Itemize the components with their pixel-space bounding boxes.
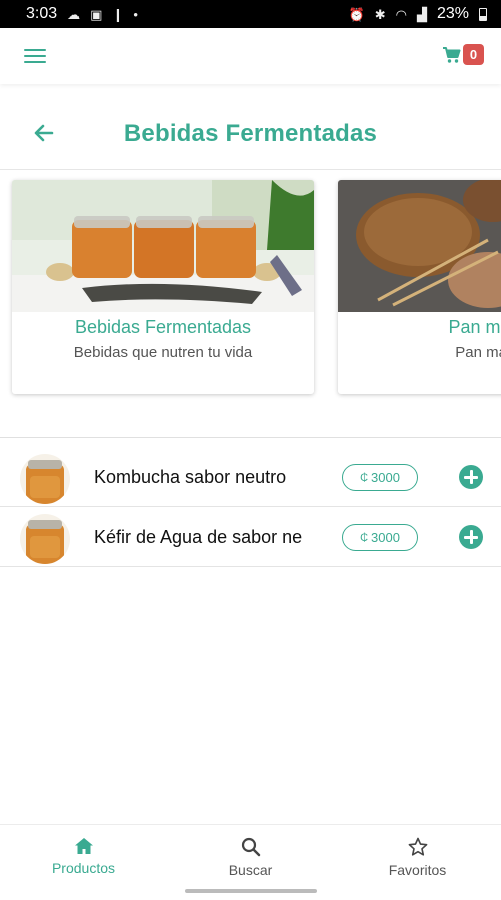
category-card-bebidas[interactable]: Bebidas Fermentadas Bebidas que nutren t… (12, 180, 314, 394)
cart-count-badge: 0 (463, 44, 484, 65)
kombucha-jars-image (12, 180, 314, 312)
bottom-navigation: Productos Buscar Favoritos (0, 824, 501, 884)
signal-icon: ▟ (416, 6, 427, 22)
gesture-bar[interactable] (185, 889, 317, 893)
currency-symbol: ₵ (360, 531, 369, 544)
section-divider (0, 437, 501, 438)
star-icon (408, 837, 427, 856)
product-name: Kéfir de Agua de sabor ne (94, 527, 303, 547)
add-to-cart-icon[interactable] (459, 525, 483, 549)
currency-symbol: ₵ (360, 471, 369, 484)
product-image (20, 514, 70, 564)
cart-button[interactable]: 0 (442, 44, 486, 68)
nav-item-favoritos[interactable]: Favoritos (334, 825, 501, 884)
category-description: Pan masa (455, 344, 501, 361)
category-title: Bebidas Fermentadas (74, 317, 252, 337)
price-tag[interactable]: ₵ 3000 (342, 524, 418, 551)
alarm-icon: ⏰ (348, 6, 365, 22)
category-title: Pan masa (448, 317, 501, 337)
page-header: Bebidas Fermentadas (0, 100, 501, 170)
image-icon: ▣ (90, 6, 103, 22)
app-bar: 0 (0, 28, 501, 84)
menu-icon[interactable] (24, 48, 46, 64)
status-time: 3:03 (26, 5, 58, 22)
nav-label: Productos (51, 860, 116, 876)
product-image (20, 454, 70, 504)
notification-icon: ❙ (112, 6, 124, 22)
nav-label: Buscar (228, 862, 273, 878)
category-description: Bebidas que nutren tu vida (73, 344, 253, 361)
battery-percent: 23% (436, 5, 469, 22)
category-card-pan-masa[interactable]: Pan masa Pan masa (338, 180, 501, 394)
bluetooth-icon: ✱ (374, 6, 386, 22)
price-value: 3000 (371, 530, 400, 545)
wifi-icon: ◠ (395, 6, 407, 22)
page-title: Bebidas Fermentadas (123, 120, 378, 147)
product-row[interactable]: Kéfir de Agua de sabor ne ₵ 3000 (0, 507, 501, 567)
dot-icon: • (133, 6, 138, 22)
nav-item-productos[interactable]: Productos (0, 825, 167, 884)
price-value: 3000 (371, 470, 400, 485)
product-name: Kombucha sabor neutro (94, 467, 287, 487)
search-icon (241, 837, 260, 857)
cart-icon (443, 47, 461, 63)
home-icon (74, 838, 93, 854)
sourdough-bread-image (338, 180, 501, 312)
price-tag[interactable]: ₵ 3000 (342, 464, 418, 491)
nav-item-buscar[interactable]: Buscar (167, 825, 334, 884)
battery-icon (479, 7, 487, 21)
cloud-icon: ☁ (67, 6, 81, 22)
status-bar: 3:03 ☁ ▣ ❙ • ⏰ ✱ ◠ ▟ 23% (0, 0, 501, 28)
category-carousel[interactable]: Bebidas Fermentadas Bebidas que nutren t… (0, 172, 501, 412)
product-row[interactable]: Kombucha sabor neutro ₵ 3000 (0, 447, 501, 507)
nav-label: Favoritos (388, 862, 447, 878)
add-to-cart-icon[interactable] (459, 465, 483, 489)
